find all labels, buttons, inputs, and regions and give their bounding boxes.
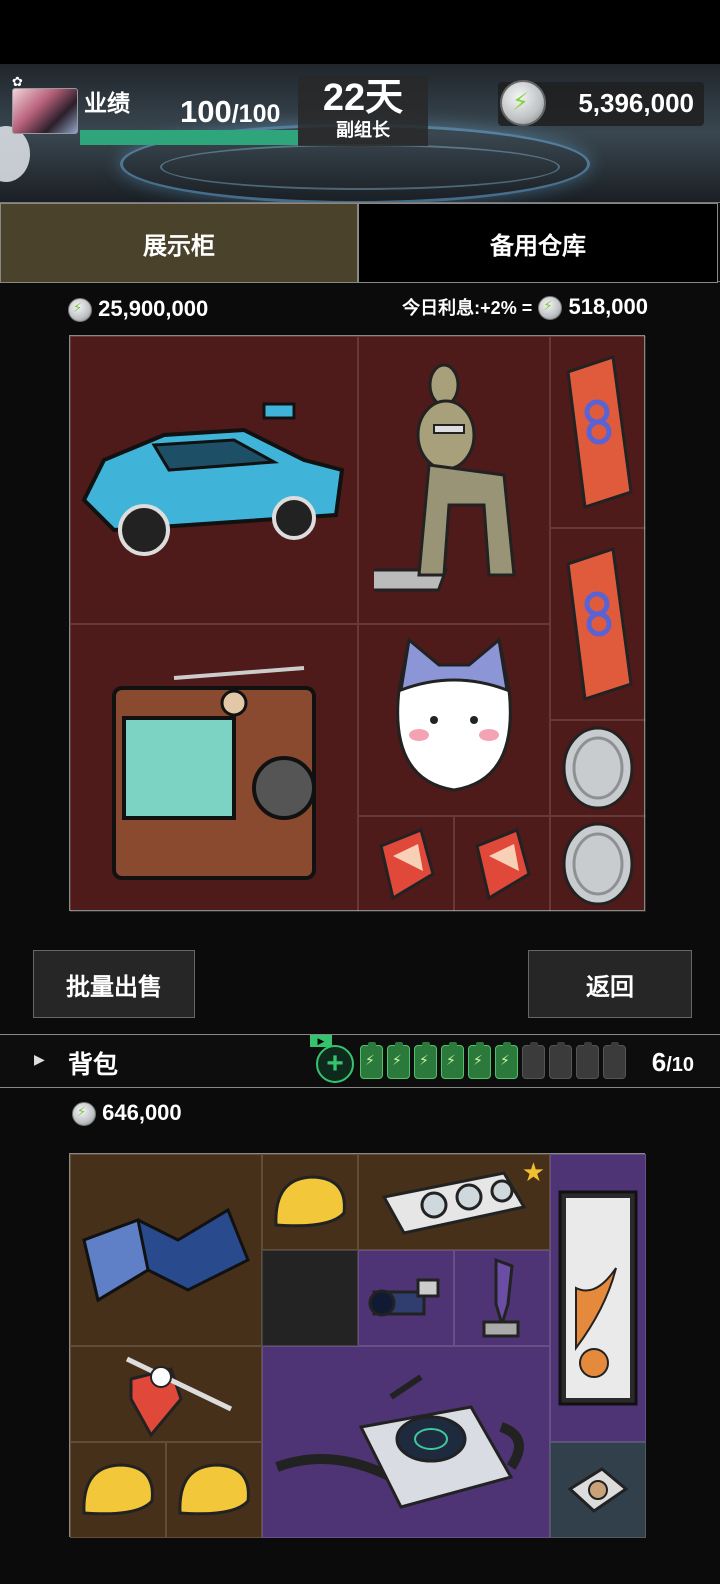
performance-label: 业绩 [84, 90, 130, 116]
performance-bar-fill [80, 130, 298, 145]
backpack-grid: ★ [69, 1153, 646, 1538]
tab-showcase[interactable]: 展示柜 [0, 203, 358, 283]
bag-item-record-album[interactable] [550, 1442, 646, 1538]
add-capacity-button[interactable]: + [316, 1045, 354, 1083]
battery-empty-icon [603, 1042, 626, 1079]
bag-item-tiger-scroll[interactable] [550, 1154, 646, 1442]
days-count: 22天 [322, 77, 404, 119]
rank-title: 副组长 [336, 120, 390, 140]
bag-item-bread-2[interactable] [70, 1442, 166, 1538]
lightning-icon: ⚡ [512, 89, 529, 116]
album-icon [567, 1467, 629, 1513]
bag-item-scope[interactable] [358, 1250, 454, 1346]
avatar[interactable] [12, 88, 78, 134]
bag-item-figure[interactable] [454, 1250, 550, 1346]
coin-balance[interactable]: ⚡ 5,396,000 [498, 80, 704, 126]
battery-full-icon [495, 1042, 518, 1079]
silver-coin-icon [562, 726, 634, 810]
backpack-capacity: 6/10 [652, 1047, 694, 1078]
card-icon [566, 355, 633, 509]
battery-full-icon [441, 1042, 464, 1079]
battery-full-icon [360, 1042, 383, 1079]
showcase-item-meta-card-2[interactable] [550, 528, 646, 720]
cat-icon [396, 637, 512, 792]
bread-icon [82, 1463, 154, 1516]
battery-empty-icon [576, 1042, 599, 1079]
bag-item-graphics-card[interactable]: ★ [358, 1154, 550, 1250]
car-icon [81, 402, 345, 556]
capacity-max: /10 [666, 1054, 694, 1076]
stage-ring-inner [160, 144, 560, 190]
showcase-item-meta-card-1[interactable] [550, 336, 646, 528]
back-button[interactable]: 返回 [528, 950, 692, 1018]
tab-warehouse[interactable]: 备用仓库 [358, 203, 718, 283]
showcase-item-retro-tv[interactable] [70, 624, 358, 912]
showcase-item-statue[interactable] [358, 336, 550, 624]
battery-empty-icon [549, 1042, 572, 1079]
interest-value: 518,000 [568, 294, 648, 319]
status-bar [0, 0, 720, 64]
battery-empty-icon [522, 1042, 545, 1079]
showcase-item-red-crystal-1[interactable] [358, 816, 454, 912]
capacity-used: 6 [651, 1047, 667, 1077]
days-rank-box: 22天 副组长 [298, 76, 428, 146]
coin-balance-value: 5,396,000 [578, 88, 694, 118]
map-icon [82, 1207, 250, 1303]
bulk-sell-button[interactable]: 批量出售 [33, 950, 195, 1018]
performance-value: 100/100 [180, 94, 280, 130]
scroll-icon [558, 1190, 638, 1406]
battery-full-icon [387, 1042, 410, 1079]
bag-item-star-map[interactable] [70, 1154, 262, 1346]
coin-icon [68, 298, 92, 323]
bread-icon [274, 1175, 346, 1228]
backpack-total: 646,000 [72, 1100, 182, 1127]
expand-triangle-icon[interactable]: ▶ [34, 1051, 45, 1068]
bread-icon [178, 1463, 250, 1516]
radar-icon [275, 1374, 524, 1509]
scope-icon [368, 1278, 440, 1317]
backpack-title: 背包 [68, 1051, 119, 1079]
performance-current: 100 [180, 94, 232, 129]
side-assistant-icon[interactable] [0, 126, 30, 182]
showcase-item-cat-plush[interactable] [358, 624, 550, 816]
showcase-item-silver-coin-2[interactable] [550, 816, 646, 912]
daily-interest: 今日利息:+2% = 518,000 [402, 294, 648, 321]
card-icon [566, 547, 633, 701]
ruby-icon [125, 1356, 233, 1438]
battery-full-icon [414, 1042, 437, 1079]
bag-item-bread-3[interactable] [166, 1442, 262, 1538]
showcase-item-car[interactable] [70, 336, 358, 624]
showcase-total-value: 25,900,000 [98, 296, 209, 321]
coin-icon [538, 296, 563, 321]
showcase-total: 25,900,000 [68, 296, 209, 323]
battery-slots [360, 1042, 626, 1079]
performance-max: /100 [231, 100, 281, 128]
tab-bar: 展示柜 备用仓库 [0, 202, 720, 283]
tv-icon [112, 666, 316, 880]
silver-coin-icon [562, 822, 634, 906]
bag-item-radar-device[interactable] [262, 1346, 550, 1538]
bag-item-ruby-tool[interactable] [70, 1346, 262, 1442]
figure-icon [482, 1257, 520, 1338]
battery-full-icon [468, 1042, 491, 1079]
player-header: ✿ 业绩 100/100 22天 副组长 ⚡ 5,396,000 [0, 64, 720, 202]
bag-item-bread-1[interactable] [262, 1154, 358, 1250]
performance-bar [80, 130, 298, 145]
backpack-header[interactable]: ▶ 背包 ▶ + 6/10 [0, 1034, 720, 1088]
star-icon: ★ [521, 1157, 545, 1187]
backpack-total-value: 646,000 [102, 1100, 182, 1125]
gpu-icon [381, 1171, 527, 1235]
interest-label: 今日利息:+2% = [402, 298, 533, 318]
showcase-grid [69, 335, 646, 912]
bag-empty-slot[interactable] [262, 1250, 358, 1346]
crystal-icon [379, 827, 435, 901]
coin-icon [72, 1102, 96, 1127]
crystal-icon [475, 827, 531, 901]
showcase-item-red-crystal-2[interactable] [454, 816, 550, 912]
statue-icon [374, 363, 516, 592]
showcase-item-silver-coin-1[interactable] [550, 720, 646, 816]
